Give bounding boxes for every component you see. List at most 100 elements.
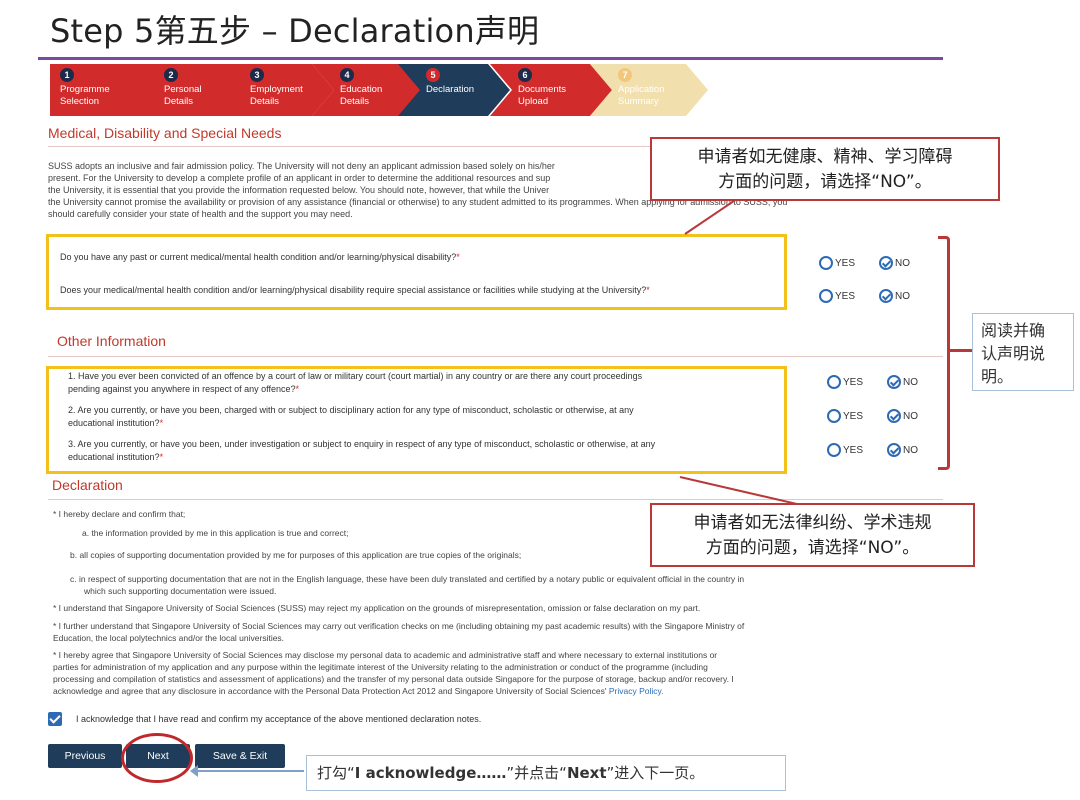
acknowledge-next-note: 打勾“I acknowledge……”并点击“Next”进入下一页。 <box>306 755 786 791</box>
other-q1-yes-radio[interactable]: YES <box>827 375 863 389</box>
medical-q2-no-radio[interactable]: NO <box>879 289 910 303</box>
step-progress-bar: 1 Programme Selection 2 Personal Details 3 Em… <box>50 64 710 116</box>
question-text: 2. Are you currently, or have you been, … <box>68 405 634 415</box>
save-exit-button[interactable]: Save & Exit <box>195 744 285 768</box>
step-label: Programme <box>60 84 110 95</box>
step-label: Personal <box>164 84 202 95</box>
radio-label: NO <box>903 410 918 422</box>
bracket-pointer <box>950 349 972 352</box>
step-label: Employment <box>250 84 303 95</box>
declaration-item-c: c. in respect of supporting documentatio… <box>70 573 940 597</box>
previous-button[interactable]: Previous <box>48 744 122 768</box>
declaration-text: which such supporting documentation were… <box>84 586 277 596</box>
radio-label: NO <box>903 376 918 388</box>
step-number: 4 <box>340 68 354 82</box>
callout-text: 方面的问题，请选择“NO”。 <box>718 172 932 192</box>
other-q3-yes-radio[interactable]: YES <box>827 443 863 457</box>
section-title-medical: Medical, Disability and Special Needs <box>48 125 282 141</box>
step-label: Details <box>340 96 370 107</box>
note-emphasis: I acknowledge…… <box>354 764 507 782</box>
question-text: educational institution? <box>68 418 160 428</box>
note-text: 认声明说 <box>981 344 1046 363</box>
other-question-1: 1. Have you ever been convicted of an of… <box>68 370 780 396</box>
radio-label: YES <box>843 376 864 388</box>
step-label: Details <box>164 96 194 107</box>
section-divider <box>48 499 943 500</box>
note-text: 打勾“ <box>317 764 355 782</box>
radio-unchecked-icon <box>819 256 833 270</box>
health-callout: 申请者如无健康、精神、学习障碍 方面的问题，请选择“NO”。 <box>650 137 1000 201</box>
radio-label: YES <box>835 290 856 302</box>
checkbox-checked-icon[interactable] <box>48 712 62 726</box>
radio-label: YES <box>843 410 864 422</box>
declaration-item-a: a. the information provided by me in thi… <box>82 528 349 538</box>
acknowledge-label: I acknowledge that I have read and confi… <box>76 714 482 724</box>
next-highlight-circle <box>121 733 193 783</box>
other-q3-no-radio[interactable]: NO <box>887 443 918 457</box>
step-number: 6 <box>518 68 532 82</box>
note-text: 明。 <box>981 367 1014 386</box>
step-label: Education <box>340 84 383 95</box>
callout-text: 申请者如无法律纠纷、学术违规 <box>693 513 932 533</box>
step-number: 3 <box>250 68 264 82</box>
radio-checked-icon <box>887 409 901 423</box>
declaration-reject-statement: * I understand that Singapore University… <box>53 603 701 613</box>
step-number: 7 <box>618 68 632 82</box>
callout-text: 申请者如无健康、精神、学习障碍 <box>697 147 953 167</box>
question-text: 3. Are you currently, or have you been, … <box>68 439 656 449</box>
medical-q1-yes-radio[interactable]: YES <box>819 256 855 270</box>
note-text: ”并点击“ <box>506 764 567 782</box>
other-q2-yes-radio[interactable]: YES <box>827 409 863 423</box>
declaration-text: Education, the local polytechnics and/or… <box>53 633 285 643</box>
medical-question-1: Do you have any past or current medical/… <box>60 251 780 264</box>
step-label: Details <box>250 96 280 107</box>
note-text: 阅读并确 <box>981 321 1046 340</box>
declaration-text: c. in respect of supporting documentatio… <box>70 574 745 584</box>
title-divider <box>38 57 943 60</box>
slide-title: Step 5第五步 – Declaration声明 <box>50 12 540 50</box>
question-text: Does your medical/mental health conditio… <box>60 285 647 295</box>
section-title-other-information: Other Information <box>57 333 166 349</box>
step-label: Upload <box>518 96 549 107</box>
other-q1-no-radio[interactable]: NO <box>887 375 918 389</box>
radio-label: NO <box>903 444 918 456</box>
section-bracket <box>938 236 950 470</box>
radio-label: YES <box>843 444 864 456</box>
question-text: educational institution? <box>68 452 160 462</box>
required-marker: * <box>295 384 300 394</box>
medical-question-2: Does your medical/mental health conditio… <box>60 284 780 297</box>
step-label: Summary <box>618 96 659 107</box>
question-text: pending against you anywhere in respect … <box>68 384 296 394</box>
radio-unchecked-icon <box>827 409 841 423</box>
required-marker: * <box>159 418 164 428</box>
legal-callout: 申请者如无法律纠纷、学术违规 方面的问题，请选择“NO”。 <box>650 503 975 567</box>
declaration-text: processing and compilation of statistics… <box>53 674 734 684</box>
radio-unchecked-icon <box>819 289 833 303</box>
question-text: Do you have any past or current medical/… <box>60 252 457 262</box>
step-number: 5 <box>426 68 440 82</box>
callout-text: 方面的问题，请选择“NO”。 <box>705 538 920 558</box>
declaration-text: * I hereby agree that Singapore Universi… <box>53 650 718 660</box>
step-number: 2 <box>164 68 178 82</box>
other-q2-no-radio[interactable]: NO <box>887 409 918 423</box>
radio-checked-icon <box>887 443 901 457</box>
declaration-data-statement: * I hereby agree that Singapore Universi… <box>53 649 933 697</box>
medical-questions-highlight <box>46 234 787 310</box>
arrow-left-icon <box>190 765 304 777</box>
question-text: 1. Have you ever been convicted of an of… <box>68 371 643 381</box>
required-marker: * <box>646 285 650 295</box>
medical-q2-yes-radio[interactable]: YES <box>819 289 855 303</box>
other-question-2: 2. Are you currently, or have you been, … <box>68 404 780 430</box>
declaration-item-b: b. all copies of supporting documentatio… <box>70 550 522 560</box>
note-emphasis: Next <box>566 764 607 782</box>
step-label: Application <box>618 84 665 95</box>
radio-unchecked-icon <box>827 443 841 457</box>
step-application-summary[interactable]: 7 Application Summary <box>590 64 708 116</box>
other-question-3: 3. Are you currently, or have you been, … <box>68 438 780 464</box>
read-declaration-note: 阅读并确 认声明说 明。 <box>972 313 1074 391</box>
medical-q1-no-radio[interactable]: NO <box>879 256 910 270</box>
privacy-policy-link[interactable]: Privacy Policy. <box>609 686 664 696</box>
acknowledge-checkbox-row[interactable]: I acknowledge that I have read and confi… <box>48 712 481 726</box>
radio-label: NO <box>895 290 910 302</box>
step-number: 1 <box>60 68 74 82</box>
